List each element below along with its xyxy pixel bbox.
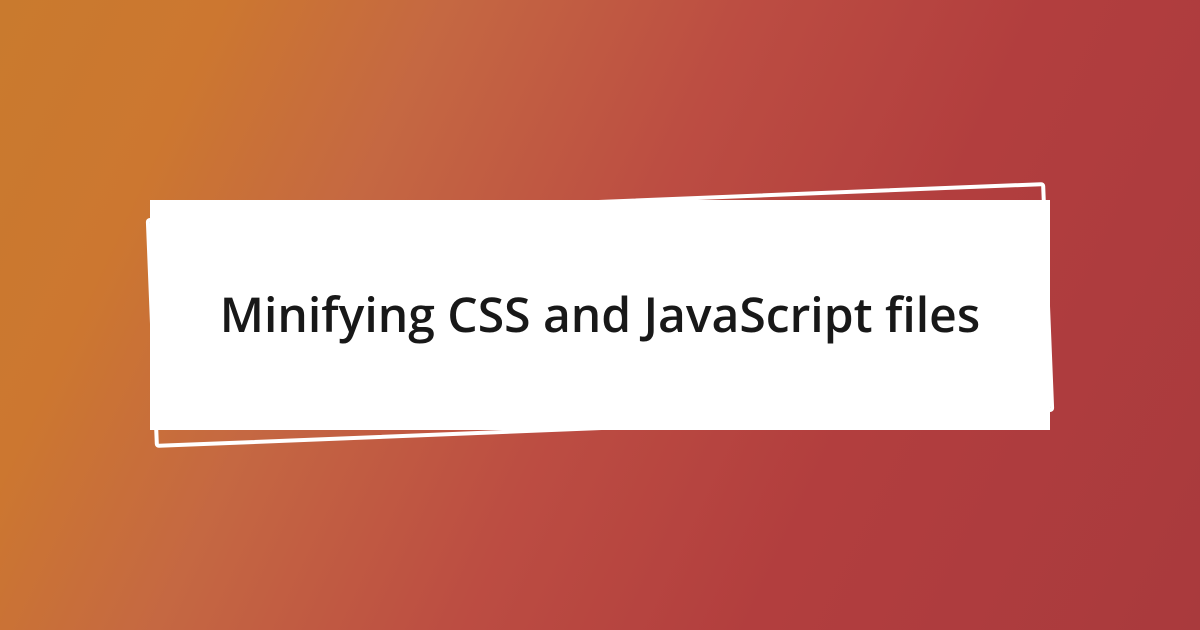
title-card-container: Minifying CSS and JavaScript files bbox=[150, 200, 1050, 430]
page-title: Minifying CSS and JavaScript files bbox=[160, 284, 1040, 346]
title-box: Minifying CSS and JavaScript files bbox=[150, 200, 1050, 430]
